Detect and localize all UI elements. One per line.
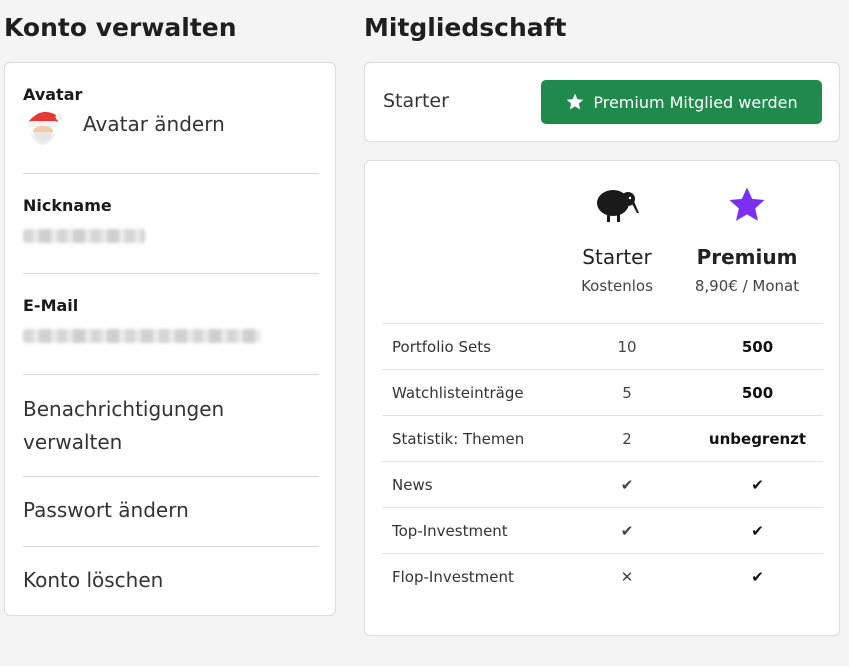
password-section: Passwort ändern	[23, 494, 319, 527]
notifications-section: Benachrichtigungen verwalten	[23, 393, 319, 459]
email-section: E-Mail	[23, 296, 319, 343]
membership-title: Mitgliedschaft	[364, 13, 567, 42]
starter-value: 10	[562, 323, 692, 370]
account-card: Avatar Avatar ändern Nickname E-Mail Ben…	[4, 62, 336, 616]
check-icon: ✔	[692, 507, 823, 554]
star-icon	[729, 187, 765, 221]
membership-card: Starter Premium Mitglied werden	[364, 62, 840, 142]
santa-avatar-icon[interactable]	[23, 107, 65, 153]
premium-plan-name: Premium	[696, 245, 798, 269]
table-row: Top-Investment ✔ ✔	[382, 507, 823, 554]
delete-account-link[interactable]: Konto löschen	[23, 564, 319, 597]
email-value-redacted	[23, 329, 261, 343]
change-password-link[interactable]: Passwort ändern	[23, 494, 319, 527]
check-icon: ✔	[562, 461, 692, 508]
become-premium-button[interactable]: Premium Mitglied werden	[541, 80, 822, 124]
premium-value: 500	[692, 369, 823, 416]
table-row: Watchlisteinträge 5 500	[382, 369, 823, 416]
feature-name: News	[382, 461, 562, 508]
nickname-value-redacted	[23, 229, 145, 243]
premium-value: 500	[692, 323, 823, 370]
avatar-section: Avatar Avatar ändern	[23, 85, 319, 145]
divider	[23, 173, 319, 174]
table-row: Statistik: Themen 2 unbegrenzt	[382, 415, 823, 462]
premium-value: unbegrenzt	[692, 415, 823, 462]
feature-name: Portfolio Sets	[382, 323, 562, 370]
divider	[23, 476, 319, 477]
starter-plan-name: Starter	[582, 245, 652, 269]
starter-plan-price: Kostenlos	[581, 277, 653, 295]
feature-name: Top-Investment	[382, 507, 562, 554]
table-row: News ✔ ✔	[382, 461, 823, 508]
notifications-link[interactable]: Benachrichtigungen verwalten	[23, 393, 253, 459]
feature-name: Watchlisteinträge	[382, 369, 562, 416]
feature-name: Statistik: Themen	[382, 415, 562, 462]
kiwi-bird-icon	[597, 190, 639, 222]
divider	[23, 546, 319, 547]
divider	[23, 374, 319, 375]
check-icon: ✔	[692, 553, 823, 599]
check-icon: ✔	[562, 507, 692, 554]
divider	[23, 273, 319, 274]
starter-value: 2	[562, 415, 692, 462]
avatar-label: Avatar	[23, 85, 83, 104]
starter-plan-column: Starter Kostenlos	[547, 185, 687, 295]
nickname-section: Nickname	[23, 196, 319, 243]
nickname-label: Nickname	[23, 196, 112, 215]
starter-value: 5	[562, 369, 692, 416]
cross-icon: ✕	[562, 553, 692, 599]
table-row: Flop-Investment ✕ ✔	[382, 553, 823, 599]
table-row: Portfolio Sets 10 500	[382, 323, 823, 370]
account-title: Konto verwalten	[4, 13, 237, 42]
premium-plan-price: 8,90€ / Monat	[694, 277, 800, 295]
star-icon	[567, 93, 584, 110]
plan-comparison-card: Starter Kostenlos Premium 8,90€ / Monat …	[364, 160, 840, 636]
email-label: E-Mail	[23, 296, 79, 315]
current-plan-label: Starter	[383, 90, 449, 112]
feature-comparison-table: Portfolio Sets 10 500 Watchlisteinträge …	[382, 323, 823, 599]
delete-section: Konto löschen	[23, 564, 319, 597]
avatar-change-link[interactable]: Avatar ändern	[83, 112, 225, 136]
feature-name: Flop-Investment	[382, 553, 562, 599]
become-premium-label: Premium Mitglied werden	[593, 92, 798, 112]
premium-plan-column: Premium 8,90€ / Monat	[677, 185, 817, 295]
check-icon: ✔	[692, 461, 823, 508]
